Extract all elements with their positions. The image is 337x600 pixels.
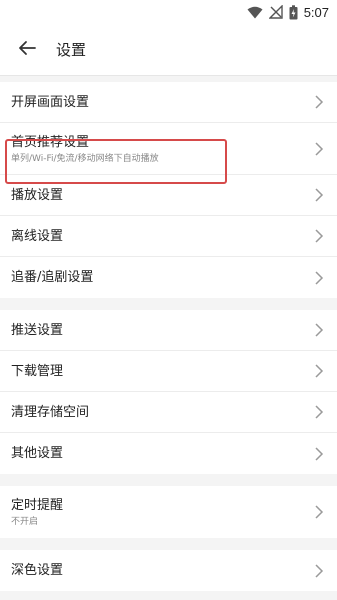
settings-group-4: 深色设置 (0, 550, 337, 591)
setting-playback[interactable]: 播放设置 (0, 175, 337, 216)
chevron-right-icon (314, 404, 324, 420)
settings-group-2: 推送设置 下载管理 清理存储空间 其他设置 (0, 310, 337, 474)
battery-charging-icon (289, 4, 298, 20)
setting-label: 深色设置 (11, 563, 64, 578)
settings-group-1: 开屏画面设置 首页推荐设置 单列/Wi-Fi/免流/移动网络下自动播放 播放设置… (0, 82, 337, 298)
chevron-right-icon (314, 563, 324, 579)
chevron-right-icon (314, 270, 324, 286)
setting-label: 定时提醒 (11, 498, 64, 513)
group-divider (0, 298, 337, 310)
page-title: 设置 (56, 41, 87, 59)
chevron-right-icon (314, 187, 324, 203)
status-bar: 5:07 (0, 0, 337, 24)
group-divider (0, 538, 337, 550)
group-divider (0, 474, 337, 486)
setting-label: 清理存储空间 (11, 405, 90, 420)
settings-group-3: 定时提醒 不开启 (0, 486, 337, 538)
chevron-right-icon (314, 322, 324, 338)
setting-label: 离线设置 (11, 229, 64, 244)
setting-follow-series[interactable]: 追番/追剧设置 (0, 257, 337, 298)
chevron-right-icon (314, 446, 324, 462)
setting-label: 开屏画面设置 (11, 95, 90, 110)
setting-label: 播放设置 (11, 188, 64, 203)
wifi-icon (247, 6, 263, 19)
app-bar: 设置 (0, 24, 337, 76)
status-time: 5:07 (303, 4, 329, 20)
setting-clear-storage[interactable]: 清理存储空间 (0, 392, 337, 433)
setting-offline[interactable]: 离线设置 (0, 216, 337, 257)
chevron-right-icon (314, 94, 324, 110)
arrow-left-icon (18, 40, 36, 60)
setting-label: 首页推荐设置 (11, 135, 90, 150)
setting-splash-screen[interactable]: 开屏画面设置 (0, 82, 337, 123)
chevron-right-icon (314, 228, 324, 244)
setting-description: 单列/Wi-Fi/免流/移动网络下自动播放 (11, 154, 159, 164)
setting-download-manager[interactable]: 下载管理 (0, 351, 337, 392)
no-signal-icon (268, 5, 283, 19)
setting-label: 其他设置 (11, 446, 64, 461)
setting-timed-reminder[interactable]: 定时提醒 不开启 (0, 486, 337, 538)
chevron-right-icon (314, 504, 324, 520)
status-icons: 5:07 (247, 3, 329, 21)
chevron-right-icon (314, 141, 324, 157)
settings-list: 开屏画面设置 首页推荐设置 单列/Wi-Fi/免流/移动网络下自动播放 播放设置… (0, 82, 337, 591)
setting-dark-mode[interactable]: 深色设置 (0, 550, 337, 591)
setting-description: 不开启 (11, 517, 39, 527)
setting-home-recommend[interactable]: 首页推荐设置 单列/Wi-Fi/免流/移动网络下自动播放 (0, 123, 337, 175)
setting-push[interactable]: 推送设置 (0, 310, 337, 351)
chevron-right-icon (314, 363, 324, 379)
back-button[interactable] (14, 37, 40, 63)
setting-label: 推送设置 (11, 323, 64, 338)
setting-label: 追番/追剧设置 (11, 270, 94, 285)
setting-label: 下载管理 (11, 364, 64, 379)
setting-other[interactable]: 其他设置 (0, 433, 337, 474)
